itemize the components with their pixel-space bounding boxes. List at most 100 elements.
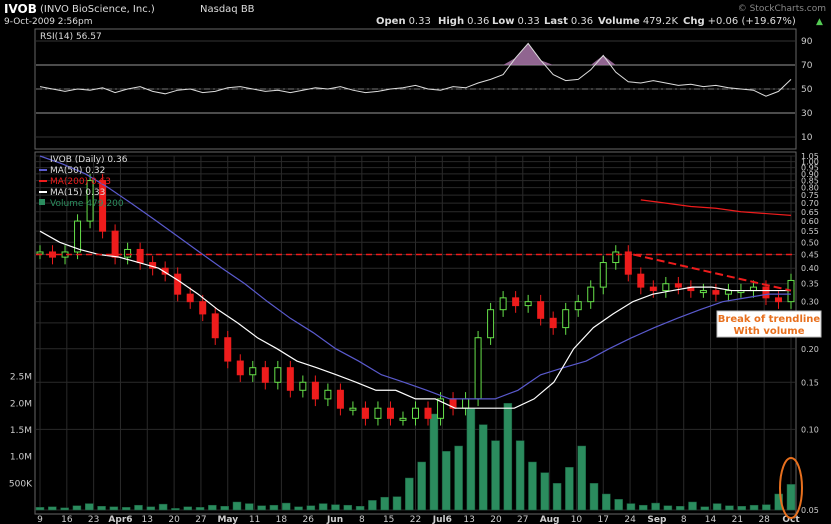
legend-ma50: MA(50) 0.32 (50, 166, 105, 176)
candle-body (499, 297, 507, 311)
date-tick-label: 17 (598, 515, 609, 524)
high-value: 0.36 (467, 16, 489, 27)
volume-bar (48, 506, 57, 511)
volume-bar (35, 507, 45, 511)
price-tick-label: 0.40 (801, 264, 819, 273)
watermark: © StockCharts.com (738, 4, 826, 14)
rsi-tick-label: 70 (801, 61, 813, 71)
candle-body (474, 337, 482, 400)
volume-tick-label: 500K (9, 479, 33, 489)
rsi-tick-label: 50 (801, 85, 813, 95)
candle-body (386, 407, 394, 419)
volume-label: Volume (598, 16, 640, 27)
price-tick-label: 0.35 (801, 280, 819, 289)
volume-bar (72, 505, 82, 511)
svg-text:Last0.36: Last 0.36 (544, 16, 593, 27)
candle-body (211, 313, 219, 339)
candle-body (424, 407, 432, 419)
svg-text:Chg+0.06 (+19.67%): Chg +0.06 (+19.67%) (683, 16, 796, 27)
candle-body (537, 301, 545, 319)
volume-bar (762, 504, 771, 511)
volume-bar (84, 503, 94, 511)
price-tick-label: 0.60 (801, 217, 819, 226)
price-tick-label: 0.45 (801, 251, 819, 260)
volume-bar (417, 461, 426, 511)
candle-body (512, 297, 520, 307)
candle-body (612, 251, 620, 264)
candle-body (724, 290, 732, 295)
volume-bar (318, 503, 328, 511)
candle-body (261, 367, 269, 383)
date-tick-label: Jul6 (432, 515, 452, 524)
date-tick-label: 27 (195, 515, 206, 524)
volume-bar (208, 504, 217, 511)
svg-text:Open0.33: Open 0.33 (376, 16, 431, 27)
last-value: 0.36 (571, 16, 593, 27)
candle-body (286, 367, 294, 391)
volume-bar (257, 505, 266, 511)
candle-body (124, 248, 132, 258)
candle-body (399, 417, 407, 421)
exchange-label: Nasdaq BB (200, 4, 255, 15)
candle-body (249, 367, 257, 376)
date-tick-label: Jun (326, 515, 343, 524)
annotation-line2: With volume (734, 326, 805, 337)
candle-body (236, 360, 244, 376)
candle-body (224, 337, 232, 362)
volume-bar (146, 506, 156, 511)
candle-body (136, 248, 144, 264)
volume-bar (639, 504, 648, 511)
candle-body (74, 220, 82, 253)
rsi-tick-label: 10 (801, 133, 813, 143)
volume-bar (737, 506, 747, 511)
candle-body (111, 230, 119, 258)
volume-bar (515, 440, 525, 511)
candle-body (349, 407, 357, 411)
volume-bar (478, 424, 488, 511)
date-tick-label: 24 (624, 515, 636, 524)
volume-bar (245, 503, 254, 511)
volume-bar (158, 503, 168, 511)
candle-body (562, 309, 570, 329)
date-tick-label: 20 (490, 515, 502, 524)
volume-tick-label: 2.5M (10, 373, 32, 383)
candle-body (199, 301, 207, 315)
high-label: High (438, 16, 464, 27)
chg-value: +0.06 (+19.67%) (708, 16, 796, 27)
price-tick-label: 0.55 (801, 227, 819, 236)
volume-bar (491, 440, 500, 511)
date-tick-label: 14 (705, 515, 717, 524)
candle-body (299, 381, 307, 391)
up-arrow-icon: ▲ (816, 17, 823, 27)
volume-bar (614, 499, 623, 511)
date-tick-label: 15 (383, 515, 394, 524)
low-value: 0.33 (517, 16, 539, 27)
candle-body (549, 317, 557, 329)
volume-bar (725, 505, 734, 511)
volume-tick-label: 2.0M (10, 399, 32, 409)
stockchart: IVOB (INVO BioScience, Inc.) Nasdaq BB 9… (4, 2, 826, 524)
volume-bar (220, 506, 229, 511)
price-tick-label: 0.20 (801, 345, 819, 354)
volume-bar (134, 504, 143, 511)
candle-body (174, 273, 182, 295)
volume-bar (183, 506, 192, 511)
rsi-tick-label: 30 (801, 109, 813, 119)
volume-bar (454, 445, 463, 511)
volume-bar (786, 484, 796, 511)
volume-bar (688, 501, 697, 511)
rsi-tick-label: 90 (801, 37, 813, 47)
volume-bar (121, 507, 131, 511)
price-tick-label: 0.15 (801, 378, 819, 387)
date-axis-ticks: 9 16 23 Apr6 13 20 27 May 11 18 26 Jun 8 15 22 Jul6 13 20… (37, 515, 800, 524)
volume-bar (109, 506, 119, 511)
ticker-symbol: IVOB (4, 2, 37, 16)
price-tick-label: 0.65 (801, 208, 819, 217)
candle-body (637, 273, 645, 288)
volume-bar (503, 403, 513, 511)
volume-bar (700, 506, 710, 511)
open-value: 0.33 (409, 16, 431, 27)
candle-body (649, 286, 657, 292)
volume-bar (675, 506, 685, 511)
candle-body (587, 286, 595, 303)
